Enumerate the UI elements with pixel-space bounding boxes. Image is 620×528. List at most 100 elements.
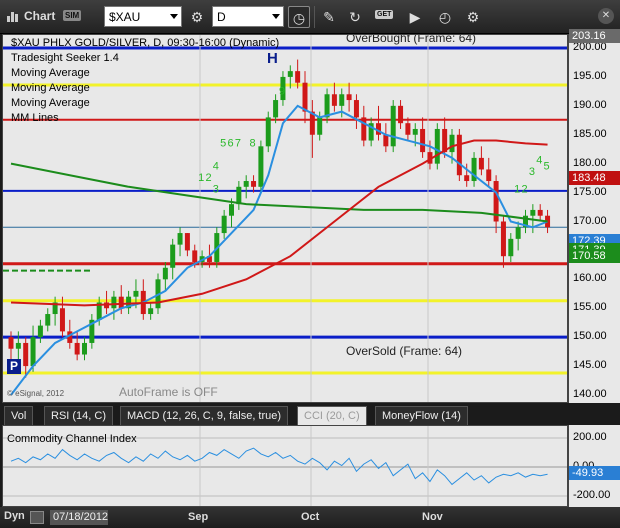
candle-body — [390, 105, 396, 147]
price-tag: 170.58 — [569, 249, 620, 263]
candle-body — [59, 308, 65, 332]
clock-icon[interactable]: ◴ — [434, 6, 456, 28]
sequence-count-label: 6 — [228, 137, 234, 149]
price-axis-tick: 155.00 — [573, 301, 607, 314]
scroll-left-icon[interactable] — [30, 511, 44, 524]
price-chart[interactable]: 12345678912345 $XAU PHLX GOLD/SILVER, D,… — [2, 34, 568, 403]
sequence-count-label: 3 — [213, 184, 219, 196]
chart-icon — [7, 12, 18, 22]
candle-body — [251, 181, 257, 187]
sequence-count-label: 3 — [529, 166, 535, 178]
tab-macd[interactable]: MACD (12, 26, C, 9, false, true) — [120, 406, 289, 425]
candle-body — [243, 181, 249, 187]
candle-body — [530, 209, 536, 216]
copyright: © eSignal, 2012 — [7, 389, 65, 398]
indicator-label[interactable]: Tradesight Seeker 1.4 — [11, 52, 119, 64]
indicator-label[interactable]: Moving Average — [11, 82, 90, 94]
candle-body — [8, 337, 14, 349]
indicator-label[interactable]: Moving Average — [11, 67, 90, 79]
interval-value: D — [217, 10, 226, 24]
price-axis-tick: 190.00 — [573, 98, 607, 111]
symbol-input[interactable]: $XAU — [104, 6, 182, 27]
candle-body — [45, 314, 51, 326]
month-label: Oct — [301, 511, 320, 523]
get-icon[interactable]: GET — [375, 10, 394, 19]
candle-body — [537, 209, 543, 216]
sequence-count-label: 2 — [522, 184, 528, 196]
settings-icon[interactable]: ⚙ — [462, 6, 484, 28]
candle-body — [464, 175, 470, 182]
sequence-count-label: 5 — [544, 160, 550, 172]
candle-body — [15, 342, 21, 349]
study-tabs: Vol RSI (14, C) MACD (12, 26, C, 9, fals… — [0, 404, 620, 425]
time-axis-bar: Dyn 07/18/2012 Sep Oct Nov — [0, 507, 620, 528]
candle-body — [486, 169, 492, 182]
candle-body — [405, 123, 411, 135]
candle-body — [478, 157, 484, 170]
candle-body — [302, 82, 308, 112]
candle-body — [295, 71, 301, 83]
candle-body — [398, 105, 404, 124]
candle-body — [383, 134, 389, 147]
tab-rsi[interactable]: RSI (14, C) — [44, 406, 114, 425]
candle-body — [177, 233, 183, 245]
price-axis-tick: 170.00 — [573, 214, 607, 227]
candle-body — [74, 342, 80, 355]
candle-body — [23, 342, 29, 367]
cci-line — [10, 447, 548, 486]
oversold-label: OverSold (Frame: 64) — [346, 344, 463, 358]
candle-body — [37, 325, 43, 338]
candle-body — [133, 290, 139, 297]
price-axis-tick: 140.00 — [573, 388, 607, 400]
price-axis-tick: 160.00 — [573, 272, 607, 285]
cci-chart[interactable]: Commodity Channel Index — [2, 425, 568, 507]
cci-value-tag: -49.93 — [569, 466, 620, 481]
candle-body — [192, 250, 198, 262]
sequence-count-label: 7 — [235, 137, 241, 149]
sequence-count-label: 2 — [205, 172, 211, 184]
price-tag: 203.16 — [569, 29, 620, 43]
crosshair-icon[interactable]: ◷ — [288, 6, 310, 28]
candle-body — [30, 337, 36, 367]
price-axis-tick: 175.00 — [573, 185, 607, 198]
pencil-icon[interactable]: ✎ — [318, 6, 340, 28]
sim-badge: SIM — [63, 10, 82, 21]
candle-body — [258, 146, 264, 187]
sequence-count-label: 1 — [198, 172, 204, 184]
candle-body — [346, 94, 352, 101]
candle-body — [317, 117, 323, 135]
indicator-label[interactable]: Moving Average — [11, 97, 90, 109]
candle-body — [184, 233, 190, 251]
candle-body — [82, 342, 87, 355]
tab-moneyflow[interactable]: MoneyFlow (14) — [375, 406, 468, 425]
price-axis-tick: 195.00 — [573, 69, 607, 82]
month-label: Sep — [188, 511, 209, 523]
candle-body — [162, 267, 168, 280]
cci-axis-tick: 200.00 — [573, 431, 607, 443]
chevron-down-icon[interactable] — [170, 14, 178, 19]
link-gear-icon[interactable]: ⚙ — [186, 6, 208, 28]
candle-body — [331, 94, 337, 106]
interval-select[interactable]: D — [212, 6, 284, 27]
tab-cci[interactable]: CCI (20, C) — [297, 406, 367, 425]
candle-body — [339, 94, 345, 106]
start-date[interactable]: 07/18/2012 — [50, 510, 108, 525]
window-title: Chart — [24, 9, 56, 23]
candle-body — [456, 134, 462, 176]
indicator-label[interactable]: MM Lines — [11, 112, 59, 124]
play-icon[interactable]: ▶ — [404, 6, 426, 28]
candle-body — [118, 296, 124, 309]
tab-vol[interactable]: Vol — [4, 406, 34, 425]
close-icon[interactable]: ✕ — [598, 8, 614, 24]
candle-body — [324, 94, 330, 118]
chart-header: $XAU PHLX GOLD/SILVER, D, 09:30-16:00 (D… — [11, 37, 280, 49]
high-marker: H — [267, 50, 278, 67]
candle-body — [221, 215, 227, 234]
candle-body — [412, 128, 418, 135]
price-axis[interactable]: 200.00 195.00 190.00 185.00 180.00 175.00 170.… — [568, 34, 620, 403]
separator — [314, 6, 315, 28]
candle-body — [508, 238, 514, 257]
candle-body — [449, 134, 455, 153]
refresh-icon[interactable]: ↻ — [344, 6, 366, 28]
chevron-down-icon[interactable] — [272, 14, 280, 19]
